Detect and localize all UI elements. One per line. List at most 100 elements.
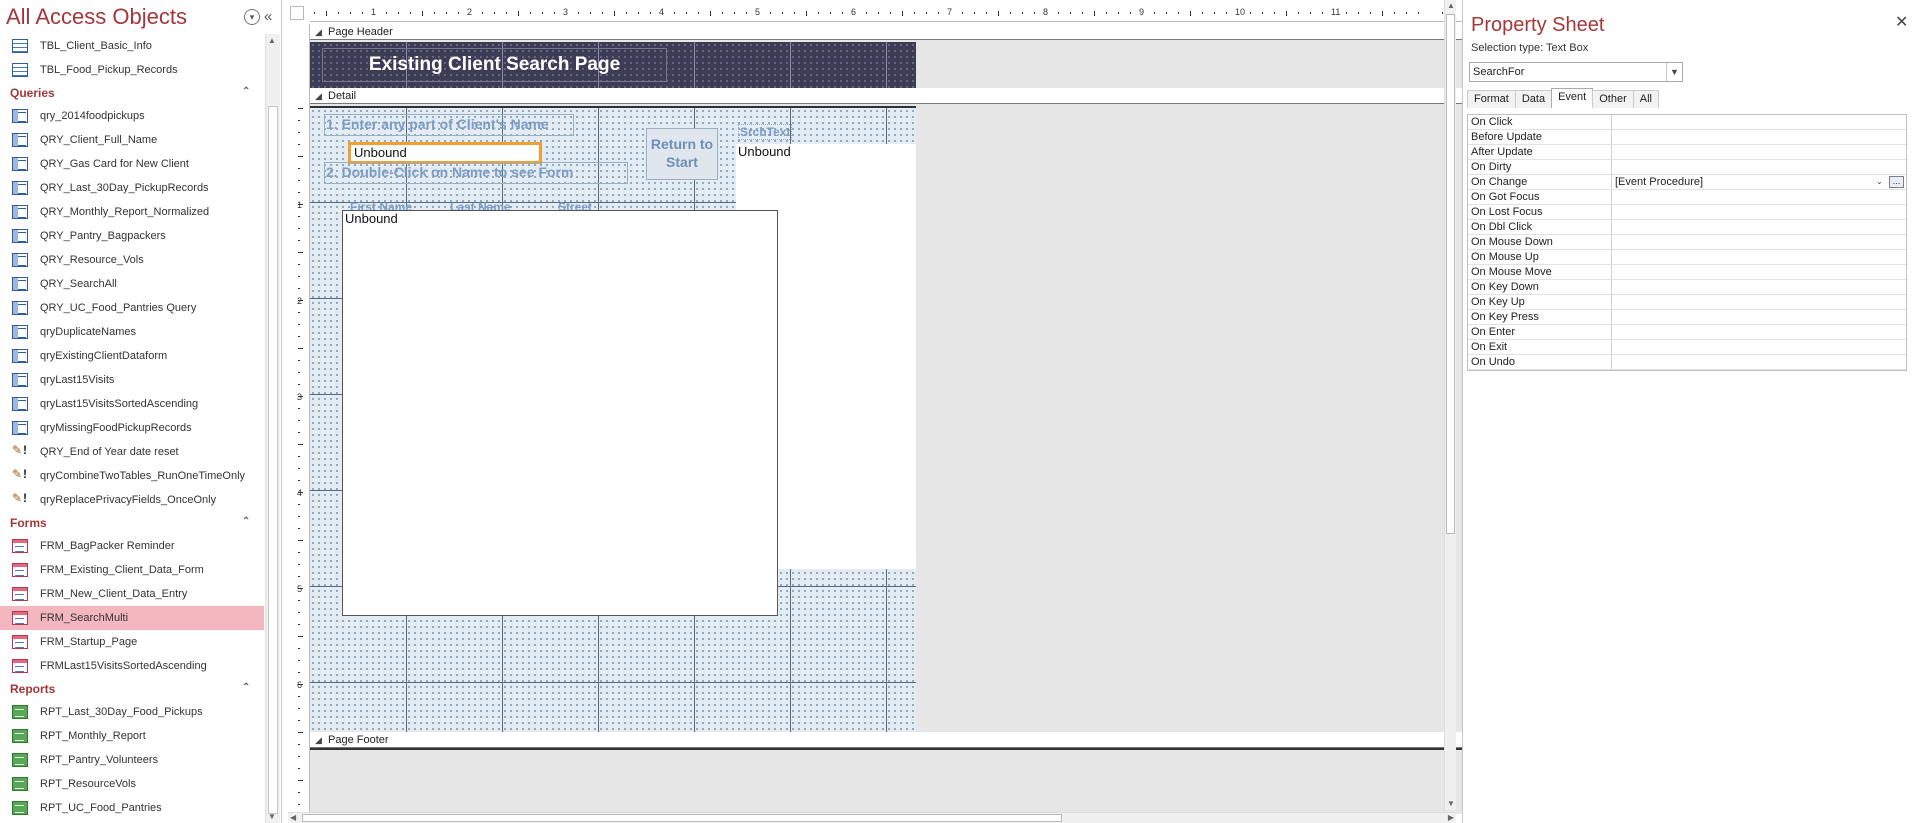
nav-item[interactable]: RPT_UC_Food_Pantries — [0, 796, 264, 820]
nav-item[interactable]: QRY_UC_Food_Pantries Query — [0, 296, 264, 320]
property-row[interactable]: On Change [Event Procedure] ⌄... — [1468, 175, 1906, 190]
nav-item[interactable]: RPT_Last_30Day_Food_Pickups — [0, 700, 264, 724]
nav-item[interactable]: RPT_ResourceVols — [0, 772, 264, 796]
property-row[interactable]: On Mouse Down — [1468, 235, 1906, 250]
nav-menu-chevron-icon[interactable]: ▾ — [244, 9, 260, 25]
nav-item[interactable]: qryLast15Visits — [0, 368, 264, 392]
vertical-ruler[interactable]: 1 2 3 4 5 6 — [290, 24, 310, 814]
nav-item[interactable]: qryMissingFoodPickupRecords — [0, 416, 264, 440]
nav-item[interactable]: FRM_New_Client_Data_Entry — [0, 582, 264, 606]
step1-label[interactable]: 1. Enter any part of Client's Name — [326, 116, 549, 132]
scroll-up-icon[interactable]: ▲ — [268, 36, 276, 45]
nav-item[interactable]: RPT_Monthly_Report — [0, 724, 264, 748]
nav-scrollbar[interactable]: ▲ ▼ — [265, 34, 280, 823]
property-row[interactable]: On Key Down — [1468, 280, 1906, 295]
shutter-bar-collapse-icon[interactable]: « — [264, 8, 272, 25]
nav-item[interactable]: qry_2014foodpickups — [0, 104, 264, 128]
nav-group-header[interactable]: Reports ⌃ — [0, 678, 264, 700]
property-value[interactable] — [1612, 250, 1906, 264]
nav-item[interactable]: QRY_Monthly_Report_Normalized — [0, 200, 264, 224]
property-row[interactable]: On Undo — [1468, 355, 1906, 370]
property-value[interactable] — [1612, 190, 1906, 204]
detail-area[interactable]: 1. Enter any part of Client's Name Unbou… — [310, 106, 916, 733]
property-row[interactable]: Before Update — [1468, 130, 1906, 145]
header-title-label[interactable]: Existing Client Search Page — [322, 48, 667, 82]
property-value[interactable] — [1612, 220, 1906, 234]
page-header-area[interactable]: Existing Client Search Page — [310, 42, 916, 88]
property-row[interactable]: On Exit — [1468, 340, 1906, 355]
tab-event[interactable]: Event — [1551, 88, 1594, 108]
collapse-chevron-icon[interactable]: ⌃ — [242, 86, 250, 97]
property-value[interactable] — [1612, 145, 1906, 159]
property-value[interactable] — [1612, 340, 1906, 354]
nav-item[interactable]: QRY_End of Year date reset — [0, 440, 264, 464]
property-row[interactable]: On Got Focus — [1468, 190, 1906, 205]
close-icon[interactable]: ✕ — [1895, 12, 1908, 32]
property-row[interactable]: On Mouse Move — [1468, 265, 1906, 280]
scroll-up-icon[interactable]: ▲ — [1447, 1, 1455, 10]
nav-item[interactable]: QRY_Pantry_Bagpackers — [0, 224, 264, 248]
property-value[interactable] — [1612, 280, 1906, 294]
nav-title[interactable]: All Access Objects — [6, 4, 187, 30]
property-row[interactable]: On Dirty — [1468, 160, 1906, 175]
nav-item[interactable]: qryReplacePrivacyFields_OnceOnly — [0, 488, 264, 512]
property-value[interactable] — [1612, 160, 1906, 174]
nav-item[interactable]: QRY_Gas Card for New Client — [0, 152, 264, 176]
tab-data[interactable]: Data — [1514, 90, 1553, 108]
search-results-listbox[interactable]: Unbound — [342, 210, 778, 616]
selected-control-dropdown[interactable]: SearchFor ▼ — [1469, 62, 1683, 82]
scroll-down-icon[interactable]: ▼ — [1447, 799, 1455, 808]
property-value[interactable] — [1612, 205, 1906, 219]
return-to-start-button[interactable]: Return to Start — [646, 128, 718, 180]
nav-item[interactable]: qryExistingClientDataform — [0, 344, 264, 368]
nav-group-header[interactable]: Queries ⌃ — [0, 82, 264, 104]
step2-label[interactable]: 2. Double-Click on Name to see Form — [326, 164, 573, 180]
design-vertical-scrollbar[interactable]: ▲ ▼ — [1444, 0, 1456, 810]
property-row[interactable]: On Mouse Up — [1468, 250, 1906, 265]
scroll-left-icon[interactable]: ◀ — [290, 813, 296, 822]
nav-item[interactable]: FRM_Existing_Client_Data_Form — [0, 558, 264, 582]
property-row[interactable]: On Click — [1468, 115, 1906, 130]
property-row[interactable]: On Key Press — [1468, 310, 1906, 325]
search-for-textbox[interactable]: Unbound — [348, 142, 542, 164]
nav-item[interactable]: FRMLast15VisitsSortedAscending — [0, 654, 264, 678]
form-selector[interactable] — [290, 6, 304, 20]
tab-other[interactable]: Other — [1592, 90, 1634, 108]
property-value[interactable] — [1612, 355, 1906, 369]
nav-item[interactable]: QRY_Resource_Vols — [0, 248, 264, 272]
collapse-chevron-icon[interactable]: ⌃ — [242, 682, 250, 693]
property-value[interactable] — [1612, 235, 1906, 249]
nav-item[interactable]: qryDuplicateNames — [0, 320, 264, 344]
property-value[interactable] — [1612, 295, 1906, 309]
property-row[interactable]: On Key Up — [1468, 295, 1906, 310]
nav-item[interactable]: QRY_SearchAll — [0, 272, 264, 296]
collapse-chevron-icon[interactable]: ⌃ — [242, 516, 250, 527]
nav-item[interactable]: QRY_Last_30Day_PickupRecords — [0, 176, 264, 200]
tab-all[interactable]: All — [1632, 90, 1659, 108]
nav-item[interactable]: TBL_Food_Pickup_Records — [0, 58, 264, 82]
property-row[interactable]: After Update — [1468, 145, 1906, 160]
property-value[interactable]: [Event Procedure] ⌄... — [1612, 175, 1906, 189]
nav-item[interactable]: QRY_Client_Full_Name — [0, 128, 264, 152]
nav-item[interactable]: qryCombineTwoTables_RunOneTimeOnly — [0, 464, 264, 488]
srch-text-label[interactable]: SrchText — [738, 124, 793, 140]
nav-item[interactable]: TBL_Client_Basic_Info — [0, 34, 264, 58]
nav-item[interactable]: FRM_BagPacker Reminder — [0, 534, 264, 558]
property-value[interactable] — [1612, 310, 1906, 324]
property-value[interactable] — [1612, 130, 1906, 144]
chevron-down-icon[interactable]: ▼ — [1666, 63, 1682, 81]
property-row[interactable]: On Enter — [1468, 325, 1906, 340]
property-value[interactable] — [1612, 325, 1906, 339]
scroll-down-icon[interactable]: ▼ — [268, 812, 276, 821]
property-row[interactable]: On Dbl Click — [1468, 220, 1906, 235]
property-value[interactable] — [1612, 115, 1906, 129]
nav-scroll-thumb[interactable] — [268, 106, 278, 814]
builder-button[interactable]: ... — [1889, 176, 1904, 188]
nav-group-header[interactable]: Forms ⌃ — [0, 512, 264, 534]
design-horizontal-scroll-thumb[interactable] — [302, 814, 1062, 822]
tab-format[interactable]: Format — [1467, 90, 1516, 108]
nav-item[interactable]: qryLast15VisitsSortedAscending — [0, 392, 264, 416]
design-horizontal-scrollbar[interactable]: ◀ ▶ — [288, 812, 1456, 823]
chevron-down-icon[interactable]: ⌄ — [1873, 176, 1886, 188]
property-row[interactable]: On Lost Focus — [1468, 205, 1906, 220]
